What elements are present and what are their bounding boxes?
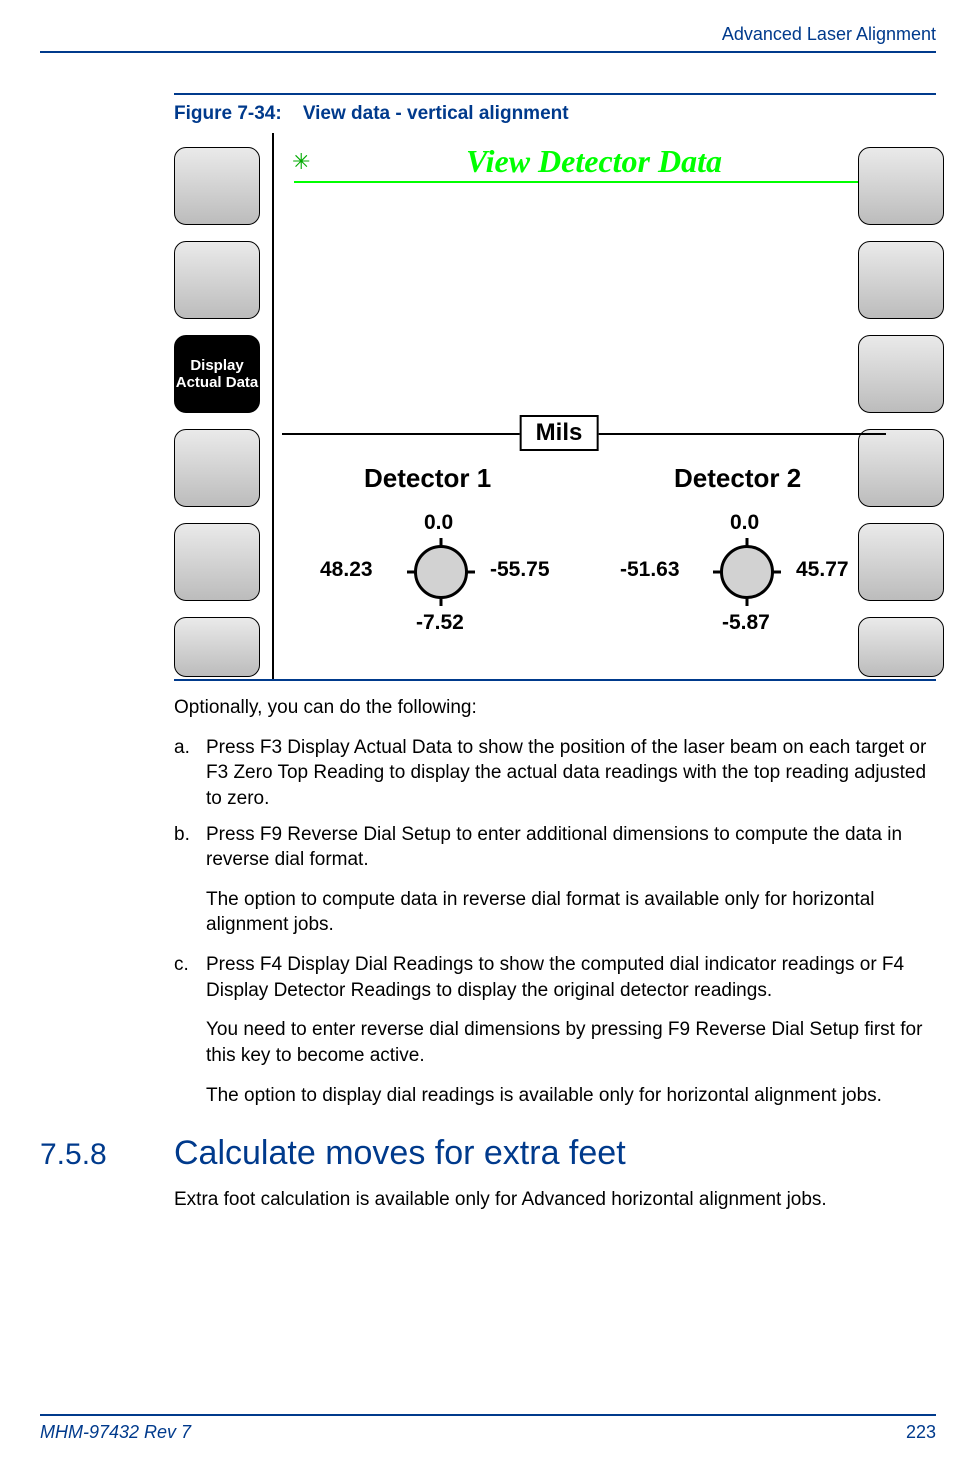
softkey-f5[interactable]	[174, 523, 260, 601]
text: Press	[206, 824, 260, 845]
device-screenshot: ✳ View Detector Data Display Actual Data	[174, 133, 944, 679]
left-divider	[272, 133, 274, 679]
softkey-f7[interactable]	[858, 147, 944, 225]
units-label: Mils	[520, 415, 599, 451]
detector2-label: Detector 2	[674, 463, 801, 494]
screen-title-underline	[294, 181, 894, 183]
softkey-f4[interactable]	[174, 429, 260, 507]
detector2-top: 0.0	[730, 511, 759, 535]
list-item-b: b. Press F9 Reverse Dial Setup to enter …	[174, 822, 936, 939]
detector1-top: 0.0	[424, 511, 453, 535]
note-text: The option to compute data in reverse di…	[206, 887, 936, 938]
detector2-left: -51.63	[620, 558, 680, 582]
text: to display the original detector reading…	[431, 980, 772, 1001]
text: to show the position of the laser beam o…	[452, 737, 926, 758]
section-number: 7.5.8	[40, 1138, 174, 1172]
detector1-dial	[414, 545, 468, 599]
ui-label: F4 Display Dial Readings	[260, 954, 473, 975]
softkey-f11[interactable]	[858, 523, 944, 601]
softkey-f10[interactable]	[858, 429, 944, 507]
softkey-f1[interactable]	[174, 147, 260, 225]
list-item-c: c. Press F4 Display Dial Readings to sho…	[174, 952, 936, 1108]
doc-id: MHM-97432 Rev 7	[40, 1422, 191, 1443]
page-footer: MHM-97432 Rev 7 223	[40, 1414, 936, 1443]
screen-title: View Detector Data	[294, 143, 894, 180]
detector1-label: Detector 1	[364, 463, 491, 494]
text: Press	[206, 954, 260, 975]
softkey-f6[interactable]	[174, 617, 260, 677]
softkey-f2[interactable]	[174, 241, 260, 319]
softkey-f12[interactable]	[858, 617, 944, 677]
detector1-left: 48.23	[320, 558, 373, 582]
note-text: You need to enter reverse dial dimension…	[206, 1017, 936, 1068]
list-marker: c.	[174, 952, 189, 978]
intro-text: Optionally, you can do the following:	[174, 695, 936, 721]
text: Press	[206, 737, 260, 758]
softkey-f8[interactable]	[858, 241, 944, 319]
detector1-right: -55.75	[490, 558, 550, 582]
detector1-bottom: -7.52	[416, 611, 464, 635]
ui-label: F9 Reverse Dial Setup	[668, 1019, 859, 1040]
figure-block: Figure 7-34: View data - vertical alignm…	[174, 93, 936, 681]
softkey-f3-display-actual-data[interactable]: Display Actual Data	[174, 335, 260, 413]
detector2-bottom: -5.87	[722, 611, 770, 635]
softkey-f3-label: Display Actual Data	[175, 357, 259, 392]
header-rule	[40, 51, 936, 53]
ui-label: F9 Reverse Dial Setup	[260, 824, 451, 845]
ui-label: F3 Display Actual Data	[260, 737, 452, 758]
figure-label: Figure 7-34:	[174, 103, 282, 124]
page-number: 223	[906, 1422, 936, 1443]
detector2-right: 45.77	[796, 558, 849, 582]
chapter-title: Advanced Laser Alignment	[40, 24, 936, 45]
detector2-dial	[720, 545, 774, 599]
text: to show the computed dial indicator read…	[473, 954, 882, 975]
list-marker: a.	[174, 735, 190, 761]
section-text: Extra foot calculation is available only…	[174, 1187, 936, 1213]
softkey-f9[interactable]	[858, 335, 944, 413]
section-title: Calculate moves for extra feet	[174, 1134, 626, 1173]
ui-label: F3 Zero Top Reading	[206, 762, 384, 783]
note-text-2: The option to display dial readings is a…	[206, 1083, 936, 1109]
list-item-a: a. Press F3 Display Actual Data to show …	[174, 735, 936, 812]
figure-caption: View data - vertical alignment	[303, 103, 569, 124]
list-marker: b.	[174, 822, 190, 848]
